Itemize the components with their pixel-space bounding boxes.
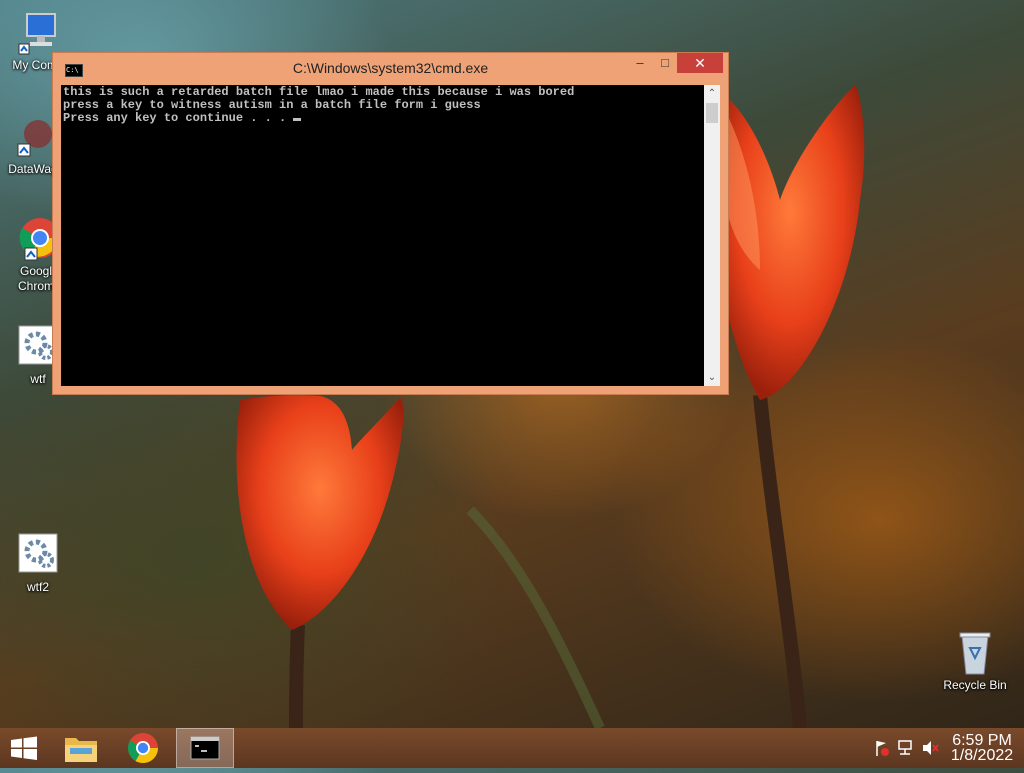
desktop-icon-wtf2[interactable]: wtf2 [0,532,76,595]
file-explorer-icon [65,738,97,762]
clock-time: 6:59 PM [952,732,1012,749]
vertical-scrollbar[interactable]: ⌃ ⌄ [704,85,720,386]
maximize-button[interactable]: □ [653,53,677,73]
desktop-icon-label: wtf2 [26,580,49,594]
taskbar-file-explorer[interactable] [58,728,104,768]
action-center-flag-icon [876,741,889,756]
console-prompt: Press any key to continue . . . [63,111,294,125]
taskbar-chrome[interactable] [120,728,166,768]
close-button[interactable]: ✕ [677,53,723,73]
tray-volume[interactable] [920,728,940,768]
chrome-icon [127,733,158,764]
taskbar-clock[interactable]: 6:59 PM 1/8/2022 [944,732,1020,764]
desktop-icon-label: Googl Chrom [17,264,54,293]
minimize-button[interactable]: – [627,53,653,73]
cmd-icon [190,736,220,760]
console-line: press a key to witness autism in a batch… [63,98,481,112]
window-titlebar[interactable]: C:\ C:\Windows\system32\cmd.exe – □ ✕ [53,53,728,85]
console-line: this is such a retarded batch file lmao … [63,85,575,99]
desktop-icon-label: Recycle Bin [943,678,1007,692]
start-icon [11,736,37,760]
taskbar: 6:59 PM 1/8/2022 [0,728,1024,768]
console-prompt-line: Press any key to continue . . . [61,111,704,125]
clock-date: 1/8/2022 [950,747,1014,764]
tray-action-center[interactable] [872,728,892,768]
datawag-icon [10,114,56,160]
volume-muted-icon [923,741,939,755]
batch-file-icon [15,532,61,578]
computer-icon [15,10,61,56]
scroll-up-arrow-icon[interactable]: ⌃ [704,85,720,102]
cmd-window[interactable]: C:\ C:\Windows\system32\cmd.exe – □ ✕ th… [52,52,729,395]
text-cursor [293,118,302,121]
recycle-bin-icon [952,630,998,676]
tray-network[interactable] [896,728,916,768]
console-output[interactable]: this is such a retarded batch file lmao … [61,85,704,386]
start-button[interactable] [0,728,48,768]
scrollbar-thumb[interactable] [706,103,718,123]
desktop-icon-recycle-bin[interactable]: Recycle Bin [937,630,1013,693]
taskbar-cmd-active[interactable] [176,728,234,768]
network-icon [898,740,912,755]
scroll-down-arrow-icon[interactable]: ⌄ [704,369,720,386]
